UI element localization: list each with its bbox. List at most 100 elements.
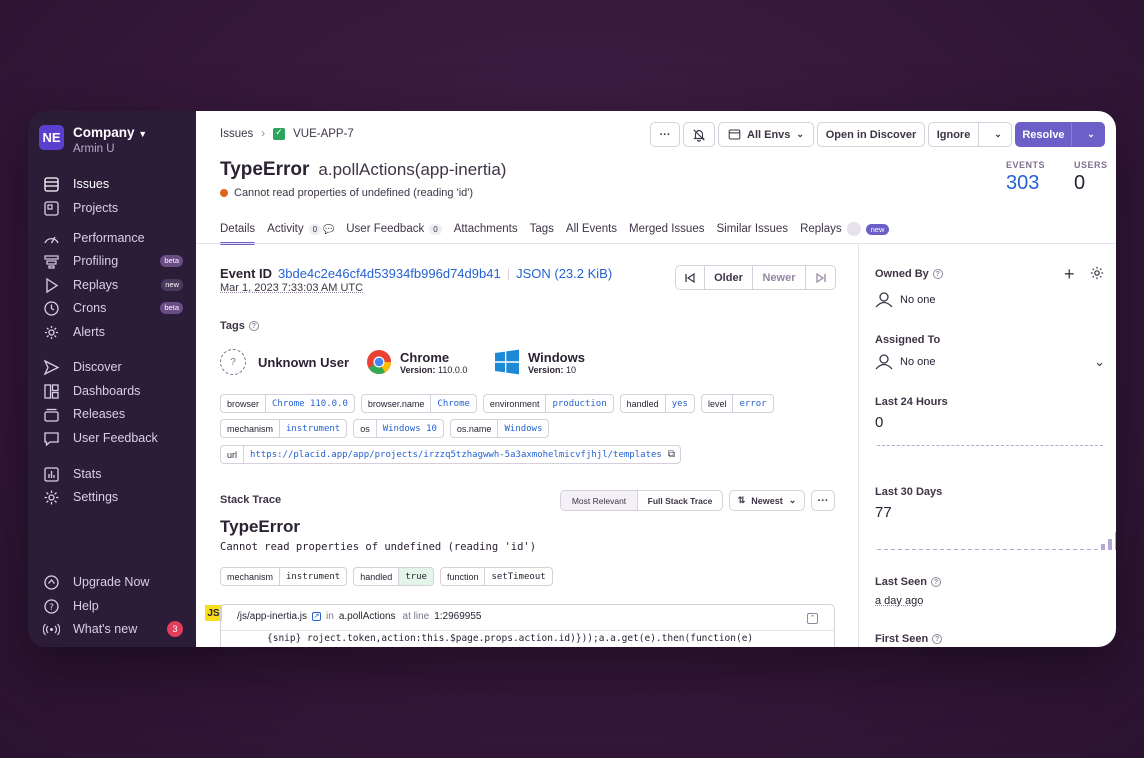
- sparkline-empty: [954, 549, 958, 550]
- last-24-hours-count: 0: [875, 414, 884, 431]
- sidebar-item-what-s-new[interactable]: What's new 3: [43, 619, 183, 639]
- sidebar-item-upgrade-now[interactable]: Upgrade Now: [43, 572, 183, 592]
- sparkline-empty: [884, 549, 888, 550]
- tab-attachments[interactable]: Attachments: [454, 215, 518, 243]
- bell-off-icon: [693, 128, 705, 142]
- last-30-days-heading: Last 30 Days: [875, 486, 943, 498]
- tab-similar-issues[interactable]: Similar Issues: [716, 215, 788, 243]
- settings-gear-icon[interactable]: [1090, 266, 1104, 285]
- sidebar-item-help[interactable]: ? Help: [43, 596, 183, 616]
- owned-by-heading: Owned By?: [875, 268, 943, 280]
- external-link-icon[interactable]: ⧉: [668, 446, 680, 463]
- sparkline-empty: [1017, 549, 1021, 550]
- oldest-button[interactable]: [676, 266, 705, 289]
- sidebar-item-projects[interactable]: Projects: [43, 198, 183, 218]
- sidebar-item-dashboards[interactable]: Dashboards: [43, 381, 183, 401]
- assignee-select[interactable]: No one ⌄: [875, 354, 1105, 370]
- org-user: Armin U: [73, 143, 115, 155]
- sidebar-item-stats[interactable]: Stats: [43, 464, 183, 484]
- tab-tags[interactable]: Tags: [530, 215, 554, 243]
- new-badge: new: [865, 223, 890, 235]
- sidebar-item-user-feedback[interactable]: User Feedback: [43, 428, 183, 448]
- tag-mechanism[interactable]: mechanism instrument: [220, 419, 348, 438]
- tag-handled[interactable]: handled true: [353, 567, 434, 586]
- tag-url[interactable]: url https://placid.app/app/projects/irzzq…: [220, 445, 681, 464]
- open-in-discover-button[interactable]: Open in Discover: [817, 122, 925, 147]
- sidebar-item-performance[interactable]: Performance: [43, 228, 183, 248]
- issue-title: TypeError a.pollActions(app-inertia): [220, 159, 506, 181]
- full-stack-trace-button[interactable]: Full Stack Trace: [638, 491, 722, 510]
- sparkline-empty: [968, 549, 972, 550]
- most-relevant-button[interactable]: Most Relevant: [561, 491, 638, 510]
- sidebar-item-label: Releases: [73, 407, 126, 421]
- tag-level[interactable]: level error: [700, 394, 774, 413]
- chevron-right-icon: ›: [261, 128, 266, 140]
- last-24-hours-chart[interactable]: [877, 445, 1103, 446]
- events-count[interactable]: 303: [1006, 172, 1045, 195]
- tab-label: Activity: [267, 223, 304, 235]
- tag-mechanism[interactable]: mechanism instrument: [220, 567, 348, 586]
- tag-os[interactable]: os Windows 10: [353, 419, 444, 438]
- tag-key: url: [221, 446, 245, 463]
- sidebar-item-crons[interactable]: Crons beta: [43, 298, 183, 318]
- tags-row: url https://placid.app/app/projects/irzzq…: [220, 445, 681, 464]
- events-label: EVENTS: [1006, 160, 1046, 170]
- external-link-icon[interactable]: ↗: [312, 612, 322, 621]
- mechanism-tags: mechanism instrument handled true function se…: [220, 567, 553, 586]
- tag-function[interactable]: function setTimeout: [439, 567, 553, 586]
- breadcrumb-issues[interactable]: Issues: [220, 128, 253, 140]
- resolve-button[interactable]: Resolve: [1016, 123, 1072, 146]
- event-id-link[interactable]: 3bde4c2e46cf4d53934fb996d74d9b41: [278, 266, 501, 281]
- ignore-button[interactable]: Ignore: [929, 123, 980, 146]
- resolve-dropdown[interactable]: ⌄: [1078, 129, 1104, 140]
- more-actions-button[interactable]: ···: [650, 122, 680, 147]
- sidebar-item-settings[interactable]: Settings: [43, 487, 183, 507]
- stack-options-button[interactable]: ···: [811, 490, 835, 511]
- stack-frame[interactable]: /js/app-inertia.js ↗ in a.pollActions at…: [220, 604, 835, 647]
- user-feedback-icon: [43, 430, 60, 447]
- sort-label: Newest: [751, 495, 783, 506]
- open-in-discover-label: Open in Discover: [825, 128, 917, 141]
- exception-type: TypeError: [220, 517, 300, 536]
- sidebar-item-discover[interactable]: Discover: [43, 357, 183, 377]
- tab-details[interactable]: Details: [220, 215, 256, 245]
- tag-environment[interactable]: environment production: [482, 394, 614, 413]
- newer-button[interactable]: Newer: [753, 266, 806, 289]
- tab-user-feedback[interactable]: User Feedback 0: [346, 215, 442, 243]
- org-switcher[interactable]: NE Company ▼ Armin U: [39, 125, 147, 156]
- json-link[interactable]: JSON (23.2 KiB): [516, 266, 612, 281]
- add-owner-icon[interactable]: +: [1064, 265, 1075, 283]
- tag-os-name[interactable]: os.name Windows: [449, 419, 550, 438]
- sparkline-empty: [1087, 549, 1091, 550]
- sidebar-item-issues[interactable]: Issues: [43, 174, 183, 194]
- sparkline-empty: [1010, 549, 1014, 550]
- tab-merged-issues[interactable]: Merged Issues: [629, 215, 704, 243]
- help-icon[interactable]: ?: [932, 634, 943, 644]
- mute-button[interactable]: [683, 122, 715, 147]
- help-icon[interactable]: ?: [248, 321, 259, 331]
- frame-in-label: in: [326, 611, 334, 622]
- sidebar-item-alerts[interactable]: Alerts: [43, 322, 183, 342]
- tab-all-events[interactable]: All Events: [566, 215, 617, 243]
- ignore-dropdown[interactable]: ⌄: [985, 129, 1011, 140]
- tag-browser[interactable]: browser Chrome 110.0.0: [220, 394, 355, 413]
- older-button[interactable]: Older: [705, 266, 753, 289]
- resolve-button-group: Resolve ⌄: [1015, 122, 1105, 147]
- tag-handled[interactable]: handled yes: [619, 394, 695, 413]
- tab-replays[interactable]: Replays new: [800, 215, 890, 243]
- sidebar-item-replays[interactable]: Replays new: [43, 275, 183, 295]
- last-30-days-chart[interactable]: [877, 526, 1116, 550]
- breadcrumb-project[interactable]: VUE-APP-7: [293, 128, 354, 140]
- sidebar-item-releases[interactable]: Releases: [43, 404, 183, 424]
- environment-select[interactable]: All Envs ⌄: [718, 122, 814, 147]
- tab-activity[interactable]: Activity 0 💬: [267, 215, 334, 243]
- sort-select[interactable]: ⇅ Newest ⌄: [729, 490, 805, 511]
- sidebar-item-label: Settings: [73, 490, 119, 504]
- sidebar-item-profiling[interactable]: Profiling beta: [43, 251, 183, 271]
- help-icon[interactable]: ?: [932, 269, 943, 279]
- newest-button[interactable]: [806, 266, 835, 289]
- collapse-frame-icon[interactable]: ⌃: [807, 613, 818, 624]
- help-icon[interactable]: ?: [930, 577, 941, 587]
- sidebar-item-label: User Feedback: [73, 431, 158, 445]
- tag-browser-name[interactable]: browser.name Chrome: [360, 394, 477, 413]
